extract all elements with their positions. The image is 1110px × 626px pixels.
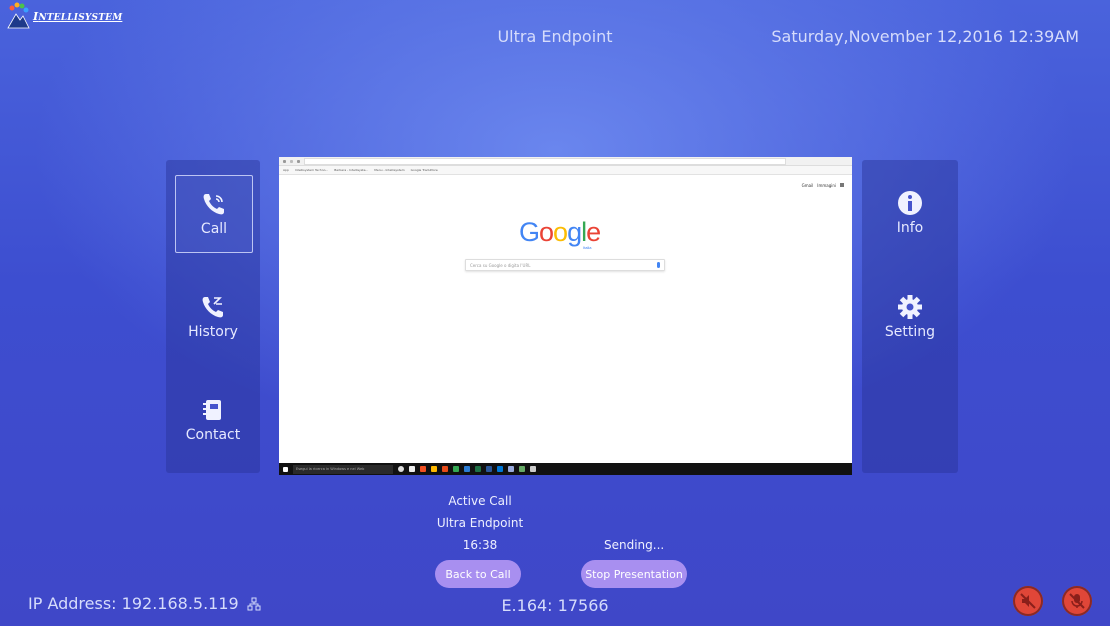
info-icon — [898, 191, 922, 215]
bookmarks-bar: App Intellisystem Techno... Barbara - In… — [279, 166, 852, 175]
cortana-icon — [398, 466, 404, 472]
left-nav-panel: Call History Contact — [166, 160, 260, 473]
app-icon — [530, 466, 536, 472]
bookmark-item: Menu - Intellisystem — [374, 168, 405, 172]
nav-contact-button[interactable]: Contact — [175, 382, 251, 458]
phone-history-icon — [202, 297, 223, 318]
back-arrow-icon — [283, 159, 286, 163]
logo-text: INTELLISYSTEM — [33, 10, 122, 23]
chrome-icon — [453, 466, 459, 472]
contact-book-icon — [203, 400, 221, 420]
bookmark-item: Google Traduttore — [410, 168, 438, 172]
gmail-link: Gmail — [801, 183, 814, 188]
nav-setting-button[interactable]: Setting — [872, 279, 948, 355]
task-view-icon — [409, 466, 415, 472]
app-icon — [420, 466, 426, 472]
nav-contact-label: Contact — [185, 427, 241, 443]
intellisystem-logo: INTELLISYSTEM — [6, 2, 122, 30]
microphone-icon — [657, 262, 660, 268]
call-name: Ultra Endpoint — [436, 516, 524, 530]
nav-info-button[interactable]: Info — [872, 175, 948, 251]
windows-taskbar: Esegui la ricerca in Windows e nel Web — [279, 463, 852, 475]
google-search-box: Cerca su Google o digita l'URL — [465, 259, 665, 271]
google-logo: Google Italia — [519, 217, 601, 250]
excel-icon — [475, 466, 481, 472]
bookmark-item: App — [283, 168, 289, 172]
app-icon — [442, 466, 448, 472]
app-icon — [497, 466, 503, 472]
network-icon — [247, 597, 261, 610]
right-nav-panel: Info Setting — [862, 160, 958, 473]
bookmark-item: Barbara - Intellisyste... — [334, 168, 369, 172]
forward-arrow-icon — [290, 159, 293, 163]
apps-grid-icon — [840, 183, 844, 187]
speaker-muted-glyph — [1020, 593, 1036, 609]
nav-info-label: Info — [896, 220, 924, 236]
app-icon — [464, 466, 470, 472]
gear-icon — [898, 295, 922, 319]
speaker-muted-icon[interactable] — [1013, 586, 1043, 616]
nav-history-button[interactable]: History — [175, 279, 251, 355]
microphone-muted-icon[interactable] — [1062, 586, 1092, 616]
app-icon — [431, 466, 437, 472]
google-region: Italia — [583, 245, 592, 250]
app-title: Ultra Endpoint — [497, 27, 613, 46]
back-to-call-button[interactable]: Back to Call — [435, 560, 521, 588]
stop-presentation-button[interactable]: Stop Presentation — [581, 560, 687, 588]
microphone-muted-glyph — [1069, 593, 1085, 609]
call-duration: 16:38 — [462, 538, 498, 552]
word-icon — [486, 466, 492, 472]
windows-start-icon — [283, 466, 288, 472]
google-top-links: Gmail Immagini — [802, 183, 844, 188]
nav-setting-label: Setting — [884, 324, 936, 340]
phone-wave-icon — [203, 194, 224, 215]
nav-history-label: History — [188, 324, 238, 340]
logo-mark-icon — [7, 2, 30, 29]
ip-address: IP Address: 192.168.5.119 — [28, 594, 261, 613]
images-link: Immagini — [817, 183, 836, 188]
app-icon — [519, 466, 525, 472]
ip-address-text: IP Address: 192.168.5.119 — [28, 594, 239, 613]
sending-status: Sending... — [604, 538, 665, 552]
address-bar — [304, 157, 786, 165]
bookmark-item: Intellisystem Techno... — [294, 168, 329, 172]
browser-toolbar — [279, 157, 852, 166]
datetime: Saturday,November 12,2016 12:39AM — [771, 27, 1079, 46]
app-icon — [508, 466, 514, 472]
e164-number: E.164: 17566 — [501, 596, 609, 615]
nav-call-label: Call — [200, 221, 228, 237]
call-status: Active Call — [448, 494, 512, 508]
google-search-placeholder: Cerca su Google o digita l'URL — [470, 262, 531, 268]
reload-icon — [297, 159, 300, 163]
nav-call-button[interactable]: Call — [175, 175, 253, 253]
presentation-screen: App Intellisystem Techno... Barbara - In… — [279, 157, 852, 475]
taskbar-search: Esegui la ricerca in Windows e nel Web — [293, 464, 393, 474]
logo-rest: NTELLISYSTEM — [38, 12, 123, 23]
